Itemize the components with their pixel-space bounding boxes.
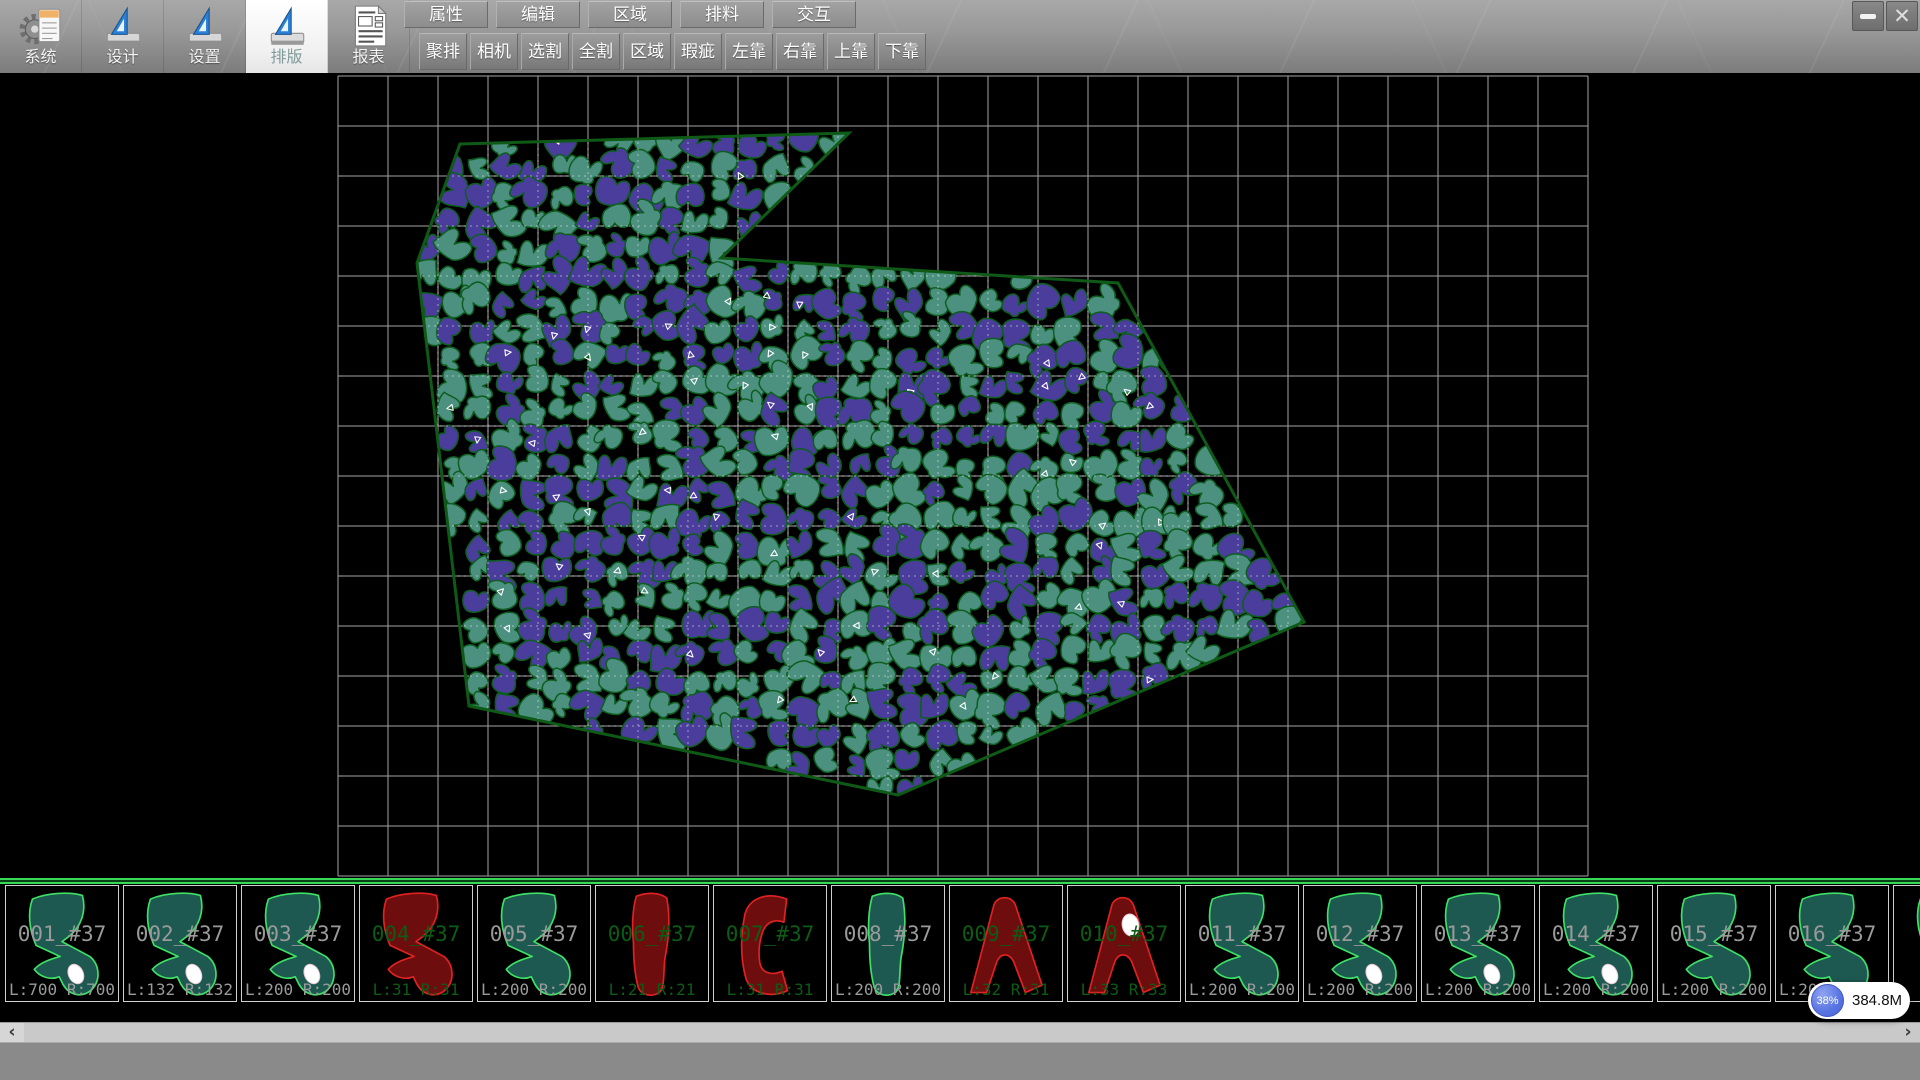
menu-interact[interactable]: 交互 <box>772 1 856 28</box>
piece-shape-boot <box>1188 888 1296 999</box>
main-button-label: 设置 <box>188 49 220 67</box>
window-controls: ✕ <box>1850 1 1918 31</box>
main-button-system[interactable]: 系统 <box>0 0 82 73</box>
menu-nesting[interactable]: 排料 <box>680 1 764 28</box>
piece-shape-boot <box>362 888 470 999</box>
report-doc-icon <box>346 3 392 49</box>
tool-align-right[interactable]: 右靠 <box>776 33 824 70</box>
strip-separator <box>0 878 1920 885</box>
piece-shape-boot <box>8 888 116 999</box>
menu-edit[interactable]: 编辑 <box>496 1 580 28</box>
memory-usage: 384.8M <box>1852 992 1902 1009</box>
piece-shape-boot <box>1660 888 1768 999</box>
main-button-label: 排版 <box>270 49 302 67</box>
tool-cluster-nest[interactable]: 聚排 <box>419 33 467 70</box>
design-ruler-icon <box>100 3 146 49</box>
piece-shape-boot <box>126 888 234 999</box>
close-icon: ✕ <box>1893 6 1911 27</box>
thumbnail-cell-011_#37[interactable]: 011_#37L:200 R:200 <box>1185 885 1299 1002</box>
nesting-canvas[interactable] <box>0 73 1920 878</box>
thumbnail-cell-015_#37[interactable]: 015_#37L:200 R:200 <box>1657 885 1771 1002</box>
thumbnail-cell-012_#37[interactable]: 012_#37L:200 R:200 <box>1303 885 1417 1002</box>
minimize-button[interactable] <box>1852 1 1884 31</box>
piece-shape-cshape <box>716 888 824 999</box>
piece-shape-boot <box>1306 888 1414 999</box>
scroll-right-button[interactable]: › <box>1896 1023 1920 1043</box>
main-button-settings[interactable]: 设置 <box>164 0 246 73</box>
progress-percent-badge: 38% <box>1811 984 1844 1017</box>
thumbnail-cell-007_#37[interactable]: 007_#37L:31 R:31 <box>713 885 827 1002</box>
tool-align-left[interactable]: 左靠 <box>725 33 773 70</box>
progress-badge: 38% 384.8M <box>1808 982 1910 1019</box>
main-button-layout[interactable]: 排版 <box>246 0 328 73</box>
close-button[interactable]: ✕ <box>1886 1 1918 31</box>
main-button-report[interactable]: 报表 <box>328 0 410 73</box>
progress-percent: 38% <box>1816 995 1838 1007</box>
piece-shape-boot <box>1896 888 1920 999</box>
nested-pieces[interactable] <box>404 116 1306 804</box>
tool-defect[interactable]: 瑕疵 <box>674 33 722 70</box>
layout-ruler-icon <box>264 3 310 49</box>
menu-region[interactable]: 区域 <box>588 1 672 28</box>
menu-properties[interactable]: 属性 <box>404 1 488 28</box>
tool-align-top[interactable]: 上靠 <box>827 33 875 70</box>
minimize-icon <box>1860 14 1876 19</box>
tool-region[interactable]: 区域 <box>623 33 671 70</box>
main-button-label: 报表 <box>352 49 384 67</box>
app-window: 系统设计设置排版报表 属性编辑区域排料交互 聚排相机选割全割区域瑕疵左靠右靠上靠… <box>0 0 1920 1080</box>
tool-camera[interactable]: 相机 <box>470 33 518 70</box>
nesting-canvas-svg <box>0 73 1920 878</box>
main-button-design[interactable]: 设计 <box>82 0 164 73</box>
pieces-strip: 001_#37L:700 R:700002_#37L:132 R:132003_… <box>0 885 1920 1022</box>
thumbnail-cell-002_#37[interactable]: 002_#37L:132 R:132 <box>123 885 237 1002</box>
piece-shape-boot <box>480 888 588 999</box>
main-toolbar: 系统 设计 设置 排版 报表 <box>0 0 410 73</box>
piece-shape-boot <box>1542 888 1650 999</box>
thumbnail-cell-001_#37[interactable]: 001_#37L:700 R:700 <box>5 885 119 1002</box>
tool-bar: 聚排相机选割全割区域瑕疵左靠右靠上靠下靠 <box>419 33 929 71</box>
piece-shape-tall <box>598 888 706 999</box>
thumbnail-cell-010_#37[interactable]: 010_#37L:33 R:33 <box>1067 885 1181 1002</box>
menu-bar: 属性编辑区域排料交互 <box>404 1 864 29</box>
tool-align-bottom[interactable]: 下靠 <box>878 33 926 70</box>
thumbnail-cell-004_#37[interactable]: 004_#37L:31 R:31 <box>359 885 473 1002</box>
horizontal-scrollbar[interactable]: ‹ › <box>0 1022 1920 1042</box>
piece-shape-ashape <box>952 888 1060 999</box>
thumbnail-cell-014_#37[interactable]: 014_#37L:200 R:200 <box>1539 885 1653 1002</box>
system-gear-icon <box>18 3 64 49</box>
settings-ruler-icon <box>182 3 228 49</box>
thumbnail-cell-005_#37[interactable]: 005_#37L:200 R:200 <box>477 885 591 1002</box>
status-bar <box>0 1042 1920 1080</box>
thumbnail-cell-008_#37[interactable]: 008_#37L:200 R:200 <box>831 885 945 1002</box>
thumbnail-cell-013_#37[interactable]: 013_#37L:200 R:200 <box>1421 885 1535 1002</box>
piece-shape-ashape <box>1070 888 1178 999</box>
tool-select-cut[interactable]: 选割 <box>521 33 569 70</box>
scroll-left-button[interactable]: ‹ <box>0 1023 24 1043</box>
thumbnail-cell-003_#37[interactable]: 003_#37L:200 R:200 <box>241 885 355 1002</box>
main-button-label: 设计 <box>106 49 138 67</box>
tool-cut-all[interactable]: 全割 <box>572 33 620 70</box>
piece-shape-boot <box>1424 888 1532 999</box>
titlebar: 系统设计设置排版报表 属性编辑区域排料交互 聚排相机选割全割区域瑕疵左靠右靠上靠… <box>0 0 1920 73</box>
thumbnail-cell-006_#37[interactable]: 006_#37L:21 R:21 <box>595 885 709 1002</box>
piece-shape-boot <box>244 888 352 999</box>
main-button-label: 系统 <box>24 49 56 67</box>
thumbnail-cell-009_#37[interactable]: 009_#37L:32 R:31 <box>949 885 1063 1002</box>
piece-shape-tall <box>834 888 942 999</box>
